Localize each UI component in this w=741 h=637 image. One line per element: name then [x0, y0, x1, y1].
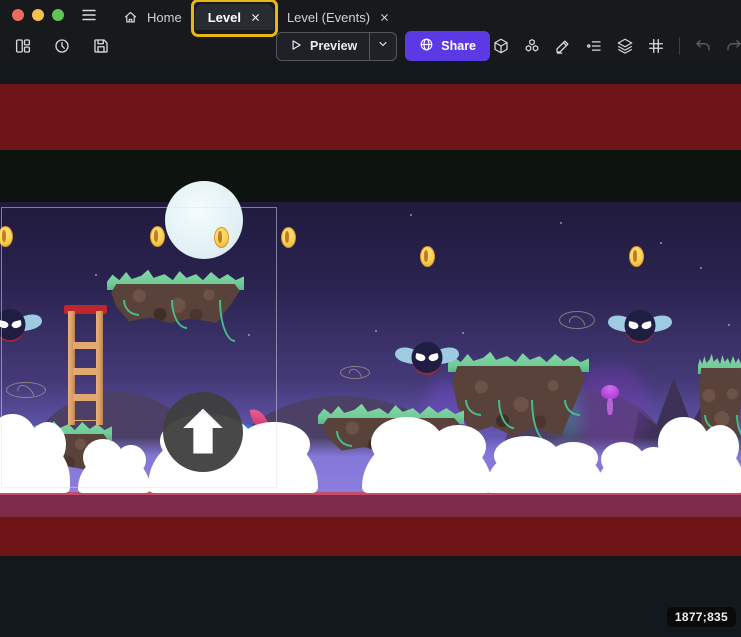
tab-level-events-label: Level (Events): [287, 10, 370, 25]
toolbar-separator: [679, 37, 680, 55]
star: [728, 324, 730, 326]
layers-icon[interactable]: [614, 35, 636, 57]
project-manager-icon[interactable]: [10, 33, 36, 59]
minimize-window-button[interactable]: [32, 9, 44, 21]
star: [375, 330, 377, 332]
bat-eye: [415, 353, 426, 362]
star: [700, 267, 702, 269]
grid-icon[interactable]: [645, 35, 667, 57]
bat-enemy[interactable]: [608, 308, 672, 348]
close-tab-icon[interactable]: [379, 12, 390, 23]
close-tab-icon[interactable]: [250, 12, 261, 23]
coin-slot: [285, 231, 289, 243]
bat-eye: [641, 321, 652, 330]
tab-bar: Home Level Level (Events): [0, 0, 741, 30]
tab-home[interactable]: Home: [110, 4, 195, 30]
scene-layer: [0, 62, 741, 637]
coin-sprite[interactable]: [629, 246, 644, 267]
star: [462, 332, 464, 334]
coin-slot: [633, 250, 637, 262]
bat-body: [412, 342, 443, 373]
objects-panel-icon[interactable]: [490, 35, 512, 57]
eye-decal-inner: [346, 367, 363, 384]
play-icon: [289, 38, 303, 55]
star: [560, 222, 562, 224]
bat-body: [625, 310, 656, 341]
bat-enemy[interactable]: [395, 340, 459, 380]
properties-icon[interactable]: [552, 35, 574, 57]
cloud-sprite[interactable]: [362, 438, 492, 493]
main-menu-icon[interactable]: [76, 2, 102, 28]
window-controls: [0, 9, 74, 21]
bat-eye: [628, 321, 639, 330]
scene-editor-canvas[interactable]: 1877;835: [0, 62, 741, 637]
editor-toolbar: Preview Share: [0, 30, 741, 62]
redo-icon[interactable]: [723, 35, 741, 57]
eye-decal-inner: [566, 313, 589, 336]
island-platform[interactable]: [448, 350, 589, 436]
home-icon: [123, 10, 138, 25]
undo-icon[interactable]: [692, 35, 714, 57]
bat-eye: [428, 353, 439, 362]
star: [660, 242, 662, 244]
mushroom-stem: [607, 398, 613, 415]
share-button[interactable]: Share: [405, 31, 490, 61]
coin-slot: [424, 250, 428, 262]
coin-sprite[interactable]: [281, 227, 296, 248]
mushroom-sprite[interactable]: [601, 385, 619, 415]
cloud-sprite[interactable]: [486, 452, 604, 493]
instances-list-icon[interactable]: [583, 35, 605, 57]
close-window-button[interactable]: [12, 9, 24, 21]
eye-decal: [340, 366, 370, 379]
star: [410, 214, 412, 216]
tab-level[interactable]: Level: [195, 4, 274, 30]
eye-decal: [559, 311, 595, 329]
tab-home-label: Home: [147, 10, 182, 25]
preview-button[interactable]: Preview: [277, 33, 369, 60]
chevron-down-icon: [377, 37, 389, 55]
object-groups-icon[interactable]: [521, 35, 543, 57]
globe-icon: [419, 37, 434, 55]
tab-level-events[interactable]: Level (Events): [274, 4, 403, 30]
coin-sprite[interactable]: [420, 246, 435, 267]
maximize-window-button[interactable]: [52, 9, 64, 21]
gdevelop-window: Home Level Level (Events): [0, 0, 741, 637]
cloud-sprite[interactable]: [652, 438, 741, 493]
share-button-label: Share: [441, 39, 476, 53]
save-icon[interactable]: [88, 33, 114, 59]
preview-split-button: Preview: [276, 32, 397, 61]
preview-options-dropdown[interactable]: [369, 33, 396, 60]
cursor-coordinates-badge: 1877;835: [667, 607, 736, 627]
jump-button-sprite[interactable]: [163, 392, 243, 472]
up-arrow-icon: [182, 409, 224, 454]
preview-button-label: Preview: [310, 39, 357, 53]
history-icon[interactable]: [49, 33, 75, 59]
tab-level-label: Level: [208, 10, 241, 25]
